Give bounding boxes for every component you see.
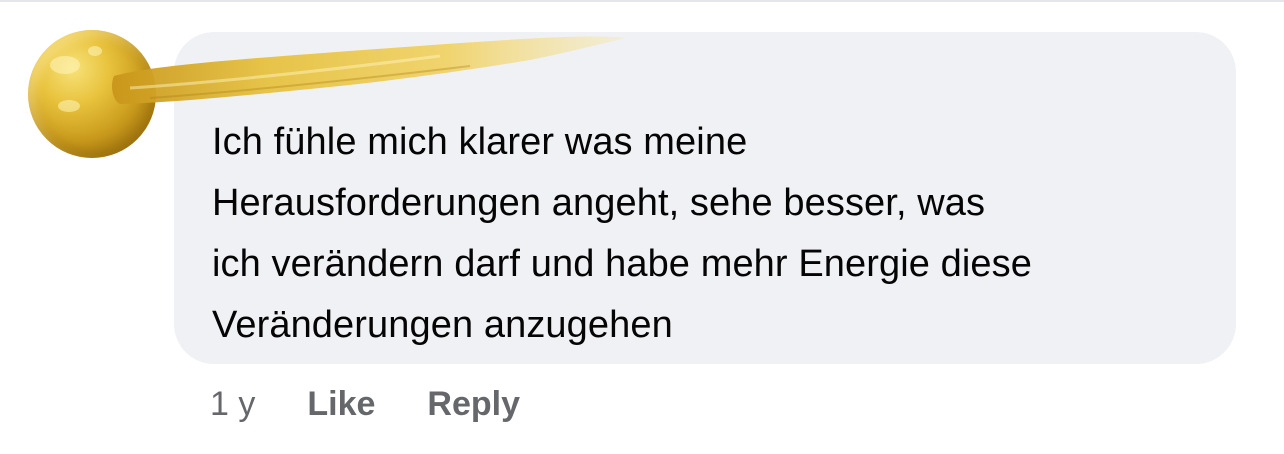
comment-line: Herausforderungen angeht, sehe besser, w… <box>212 182 986 224</box>
comment-bubble: Ich fühle mich klarer was meine Herausfo… <box>174 32 1236 364</box>
avatar-sparkle <box>88 46 102 56</box>
comment-text: Ich fühle mich klarer was meine Herausfo… <box>212 112 1216 356</box>
like-button[interactable]: Like <box>307 385 375 424</box>
comment-line: Ich fühle mich klarer was meine <box>212 121 748 163</box>
comment-actions: 1 y Like Reply <box>210 380 572 428</box>
reply-button[interactable]: Reply <box>427 385 520 424</box>
avatar[interactable] <box>28 30 156 158</box>
avatar-sparkle <box>50 56 80 74</box>
avatar-sparkle <box>58 100 80 112</box>
comment: Ich fühle mich klarer was meine Herausfo… <box>0 0 1284 454</box>
comment-line: ich verändern darf und habe mehr Energie… <box>212 243 1033 285</box>
comment-timestamp[interactable]: 1 y <box>210 385 255 424</box>
comment-line: Veränderungen anzugehen <box>212 304 673 346</box>
